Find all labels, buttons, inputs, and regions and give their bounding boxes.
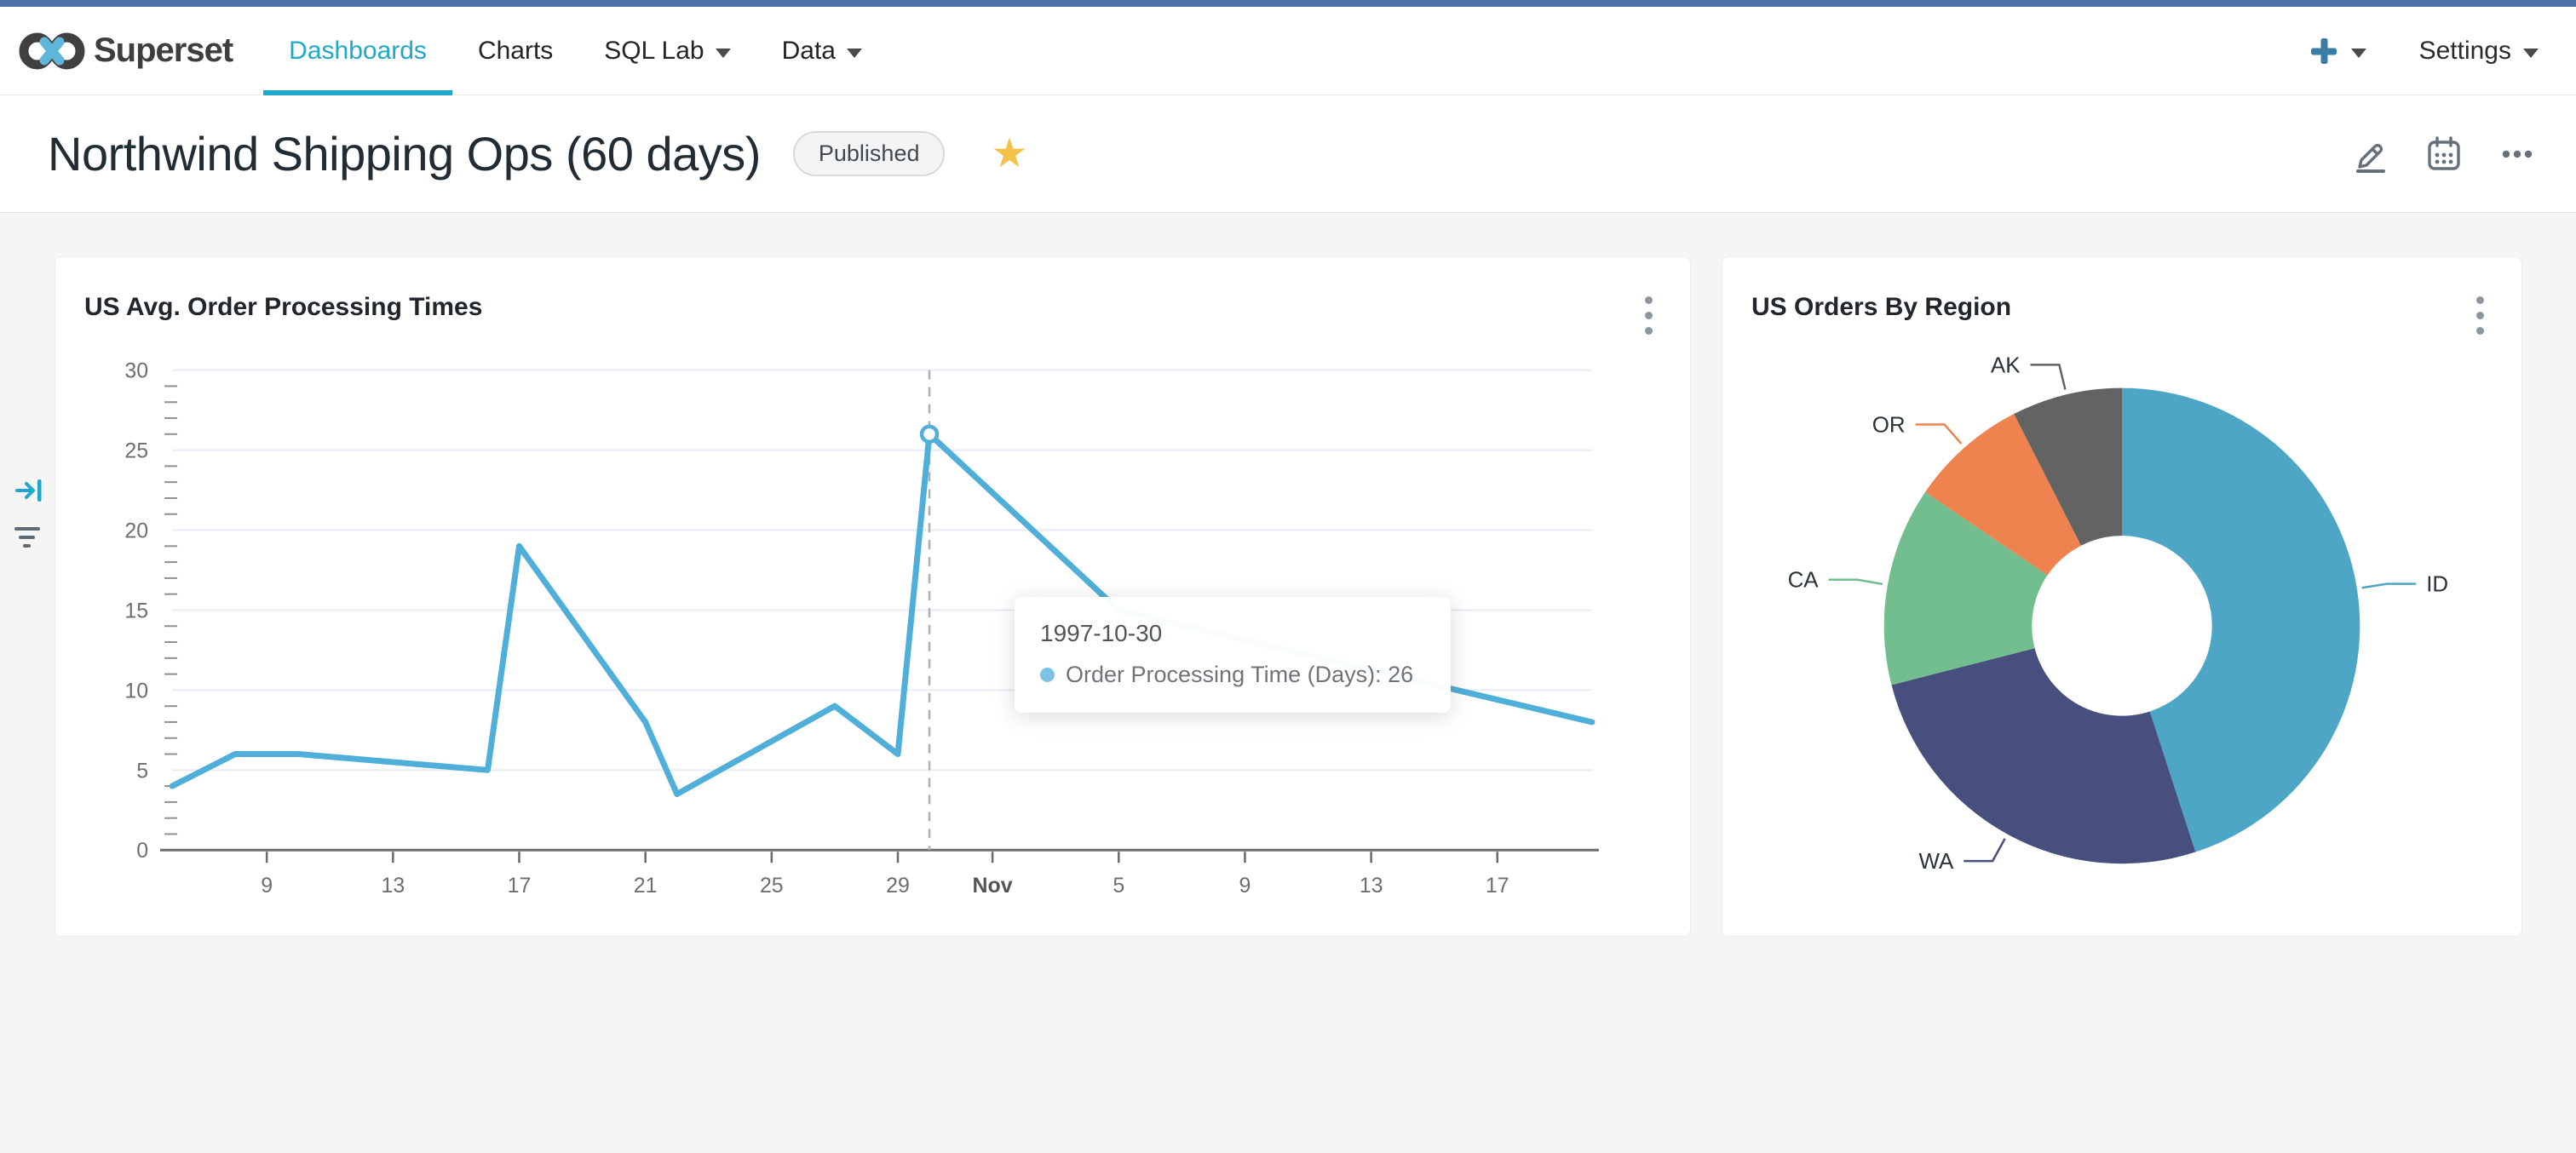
nav-tabs: Dashboards Charts SQL Lab Data [263, 7, 888, 95]
svg-text:30: 30 [124, 359, 148, 383]
new-item-button[interactable] [2309, 36, 2366, 66]
svg-text:ID: ID [2426, 573, 2448, 597]
svg-text:5: 5 [136, 759, 148, 783]
filter-lines-icon [14, 527, 40, 548]
nav-right: Settings [2309, 36, 2539, 66]
svg-text:25: 25 [124, 439, 148, 463]
settings-menu[interactable]: Settings [2419, 37, 2539, 66]
svg-text:25: 25 [760, 874, 784, 898]
svg-text:5: 5 [1113, 874, 1124, 898]
tooltip-date: 1997-10-30 [1040, 620, 1163, 646]
superset-infinity-icon [19, 32, 85, 70]
tab-label: Charts [477, 36, 554, 65]
tab-label: Data [781, 36, 836, 65]
tab-data[interactable]: Data [756, 7, 888, 95]
chart-tooltip: 1997-10-30 Order Processing Time (Days):… [1015, 597, 1451, 713]
tab-charts[interactable]: Charts [452, 7, 578, 95]
chevron-down-icon [2523, 49, 2539, 58]
svg-text:OR: OR [1872, 413, 1906, 437]
svg-text:17: 17 [1486, 874, 1509, 898]
tooltip-value: Order Processing Time (Days): 26 [1066, 662, 1414, 687]
svg-text:13: 13 [1360, 874, 1383, 898]
svg-text:AK: AK [1991, 353, 2021, 377]
top-accent-strip [0, 0, 2576, 7]
svg-text:Nov: Nov [973, 874, 1013, 898]
svg-text:9: 9 [1239, 874, 1251, 898]
svg-text:0: 0 [136, 839, 148, 863]
chevron-down-icon [2350, 49, 2366, 58]
svg-text:WA: WA [1918, 850, 1954, 874]
edit-dashboard-button[interactable] [2351, 135, 2390, 174]
ellipsis-icon [2502, 150, 2533, 158]
favorite-star-icon[interactable]: ★ [991, 133, 1027, 175]
tab-label: SQL Lab [604, 36, 704, 65]
arrow-into-bar-icon [15, 479, 42, 502]
dashboard-header: Northwind Shipping Ops (60 days) Publish… [0, 95, 2576, 213]
dashboard-canvas: US Avg. Order Processing Times 0 5 10 15 20 2… [0, 213, 2576, 1152]
tab-dashboards[interactable]: Dashboards [263, 7, 452, 95]
tab-sql-lab[interactable]: SQL Lab [578, 7, 756, 95]
tab-label: Dashboards [289, 36, 427, 65]
chevron-down-icon [846, 49, 862, 58]
svg-text:29: 29 [886, 874, 910, 898]
tooltip-series-row: Order Processing Time (Days): 26 [1040, 662, 1425, 688]
superset-logo[interactable]: Superset [19, 31, 233, 72]
calendar-icon [2428, 135, 2460, 170]
svg-text:13: 13 [381, 874, 405, 898]
schedule-button[interactable] [2424, 135, 2464, 174]
expand-filter-bar-button[interactable] [14, 477, 43, 508]
chart-card-orders-by-region: US Orders By Region ID WA CA OR AK [1722, 256, 2522, 937]
plus-icon [2310, 37, 2337, 64]
svg-text:20: 20 [124, 519, 148, 543]
header-actions [2351, 135, 2537, 174]
svg-text:15: 15 [124, 599, 148, 622]
settings-label: Settings [2418, 36, 2511, 65]
page-title: Northwind Shipping Ops (60 days) [48, 127, 761, 181]
filter-icon[interactable] [12, 525, 43, 554]
donut-chart[interactable]: ID WA CA OR AK [1722, 257, 2521, 936]
pencil-icon [2356, 143, 2385, 173]
chart-card-processing-times: US Avg. Order Processing Times 0 5 10 15 20 2… [55, 256, 1691, 937]
more-actions-button[interactable] [2498, 135, 2537, 174]
chevron-down-icon [715, 49, 731, 58]
series-color-dot [1040, 668, 1055, 682]
svg-text:CA: CA [1788, 569, 1820, 593]
svg-text:9: 9 [261, 874, 273, 898]
svg-text:17: 17 [508, 874, 532, 898]
svg-text:21: 21 [634, 874, 658, 898]
published-badge[interactable]: Published [792, 131, 946, 176]
svg-text:10: 10 [124, 679, 148, 703]
navbar: Superset Dashboards Charts SQL Lab Data … [0, 7, 2576, 95]
brand-name: Superset [94, 32, 233, 69]
